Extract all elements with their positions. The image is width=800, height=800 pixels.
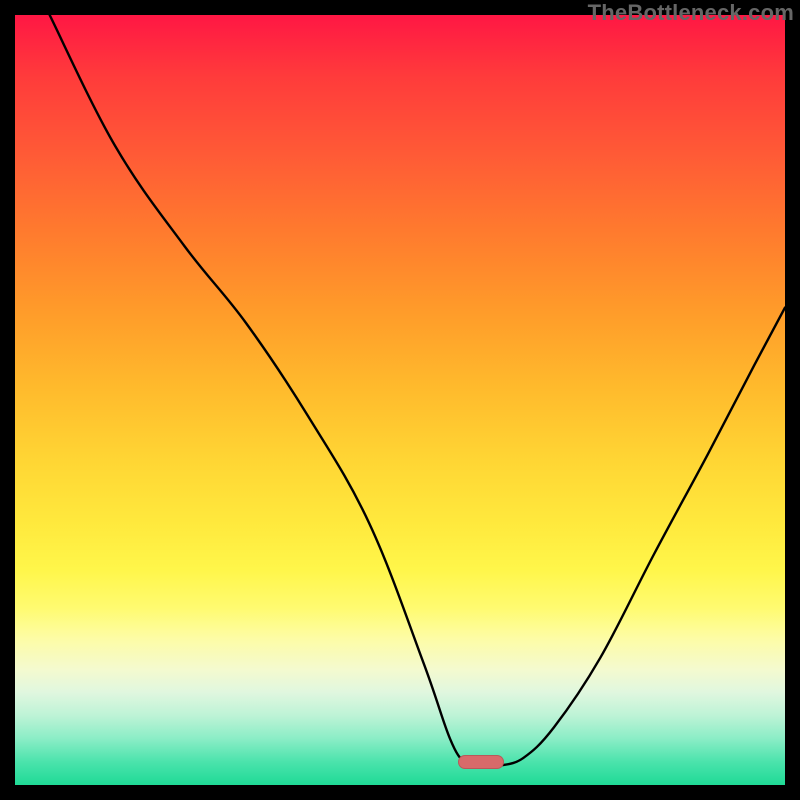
optimal-marker	[458, 755, 504, 769]
watermark-text: TheBottleneck.com	[588, 0, 794, 26]
chart-frame: TheBottleneck.com	[0, 0, 800, 800]
plot-area	[15, 15, 785, 785]
bottleneck-curve	[15, 15, 785, 785]
